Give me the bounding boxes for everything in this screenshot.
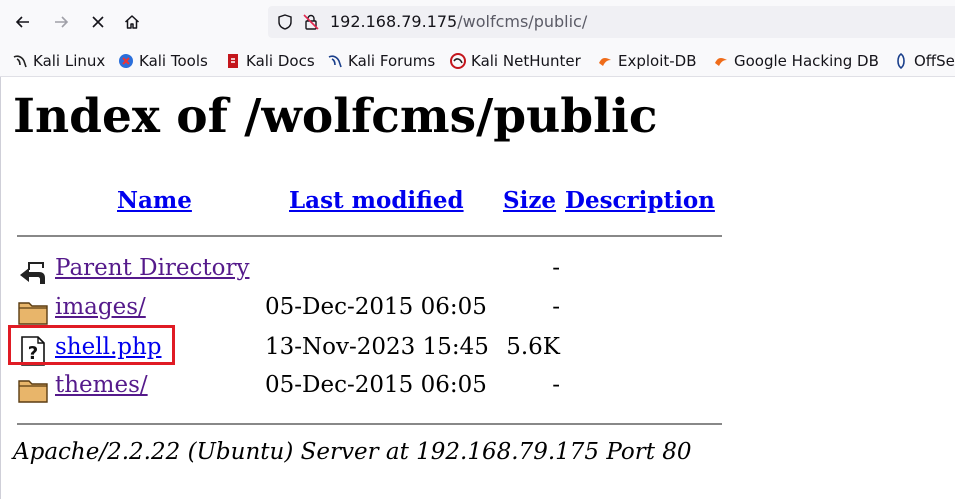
highlight-annotation-box xyxy=(8,325,175,365)
bookmark-kali-tools[interactable]: Kali Tools xyxy=(118,51,208,71)
bookmark-label: Exploit-DB xyxy=(618,52,697,70)
page-content: Index of /wolfcms/public Name Last modif… xyxy=(0,77,955,499)
column-header-description[interactable]: Description xyxy=(565,187,715,214)
file-modified: 05-Dec-2015 06:05 xyxy=(265,372,487,398)
file-size: - xyxy=(552,372,560,398)
file-size: - xyxy=(552,255,560,281)
bookmark-exploit-db[interactable]: Exploit-DB xyxy=(597,51,697,71)
file-size: 5.6K xyxy=(506,334,560,360)
bookmark-kali-linux[interactable]: Kali Linux xyxy=(12,51,105,71)
bookmark-label: Kali Linux xyxy=(33,52,106,70)
file-link-themes[interactable]: themes/ xyxy=(55,372,148,398)
stop-button[interactable] xyxy=(84,8,112,36)
table-row: Parent Directory - xyxy=(1,253,741,289)
server-signature: Apache/2.2.22 (Ubuntu) Server at 192.168… xyxy=(13,439,692,465)
kali-nethunter-icon xyxy=(450,53,466,69)
divider xyxy=(17,235,722,237)
divider xyxy=(17,423,722,425)
bookmarks-bar: Kali Linux Kali Tools Kali Docs Kali For… xyxy=(0,44,955,77)
exploit-db-icon xyxy=(599,58,611,66)
offsec-icon xyxy=(897,53,905,69)
folder-icon xyxy=(18,380,48,403)
file-modified: 05-Dec-2015 06:05 xyxy=(265,294,487,320)
arrow-right-icon xyxy=(55,16,69,28)
kali-tools-icon xyxy=(119,54,133,68)
file-size: - xyxy=(552,294,560,320)
kali-forums-icon xyxy=(328,55,342,68)
close-icon xyxy=(92,16,104,28)
browser-toolbar: 192.168.79.175/wolfcms/public/ xyxy=(0,0,955,44)
file-modified: 13-Nov-2023 15:45 xyxy=(265,334,489,360)
table-row: themes/ 05-Dec-2015 06:05 - xyxy=(1,370,741,406)
kali-docs-icon xyxy=(228,54,238,68)
home-icon xyxy=(124,15,140,29)
arrow-left-icon xyxy=(15,16,29,28)
url-text[interactable]: 192.168.79.175/wolfcms/public/ xyxy=(330,12,587,31)
file-link-parent-directory[interactable]: Parent Directory xyxy=(55,255,250,281)
url-host: 192.168.79.175 xyxy=(330,12,458,31)
column-header-size[interactable]: Size xyxy=(503,187,556,214)
bookmark-offsec[interactable]: OffSe xyxy=(893,51,955,71)
table-row: images/ 05-Dec-2015 06:05 - xyxy=(1,292,741,328)
tracking-shield-icon[interactable] xyxy=(276,13,294,35)
bookmark-kali-docs[interactable]: Kali Docs xyxy=(225,51,315,71)
bookmark-label: Google Hacking DB xyxy=(734,52,879,70)
url-bar[interactable]: 192.168.79.175/wolfcms/public/ xyxy=(268,6,955,38)
kali-dragon-icon xyxy=(13,55,27,68)
page-title: Index of /wolfcms/public xyxy=(13,89,658,144)
column-header-last-modified[interactable]: Last modified xyxy=(289,187,464,214)
bookmark-kali-nethunter[interactable]: Kali NetHunter xyxy=(450,51,581,71)
forward-button[interactable] xyxy=(47,8,75,36)
home-button[interactable] xyxy=(118,8,146,36)
ghdb-icon xyxy=(715,58,727,66)
back-button[interactable] xyxy=(9,8,37,36)
column-header-name[interactable]: Name xyxy=(117,187,192,214)
bookmark-kali-forums[interactable]: Kali Forums xyxy=(327,51,435,71)
url-path: /wolfcms/public/ xyxy=(457,12,588,31)
file-link-images[interactable]: images/ xyxy=(55,294,146,320)
insecure-lock-icon[interactable] xyxy=(302,13,320,35)
bookmark-label: Kali Docs xyxy=(246,52,315,70)
bookmark-label: Kali NetHunter xyxy=(471,52,581,70)
bookmark-google-hacking-db[interactable]: Google Hacking DB xyxy=(713,51,879,71)
bookmark-label: Kali Forums xyxy=(348,52,436,70)
folder-icon xyxy=(18,302,48,325)
back-arrow-icon xyxy=(20,262,45,284)
bookmark-label: OffSe xyxy=(914,52,955,70)
bookmark-label: Kali Tools xyxy=(139,52,208,70)
